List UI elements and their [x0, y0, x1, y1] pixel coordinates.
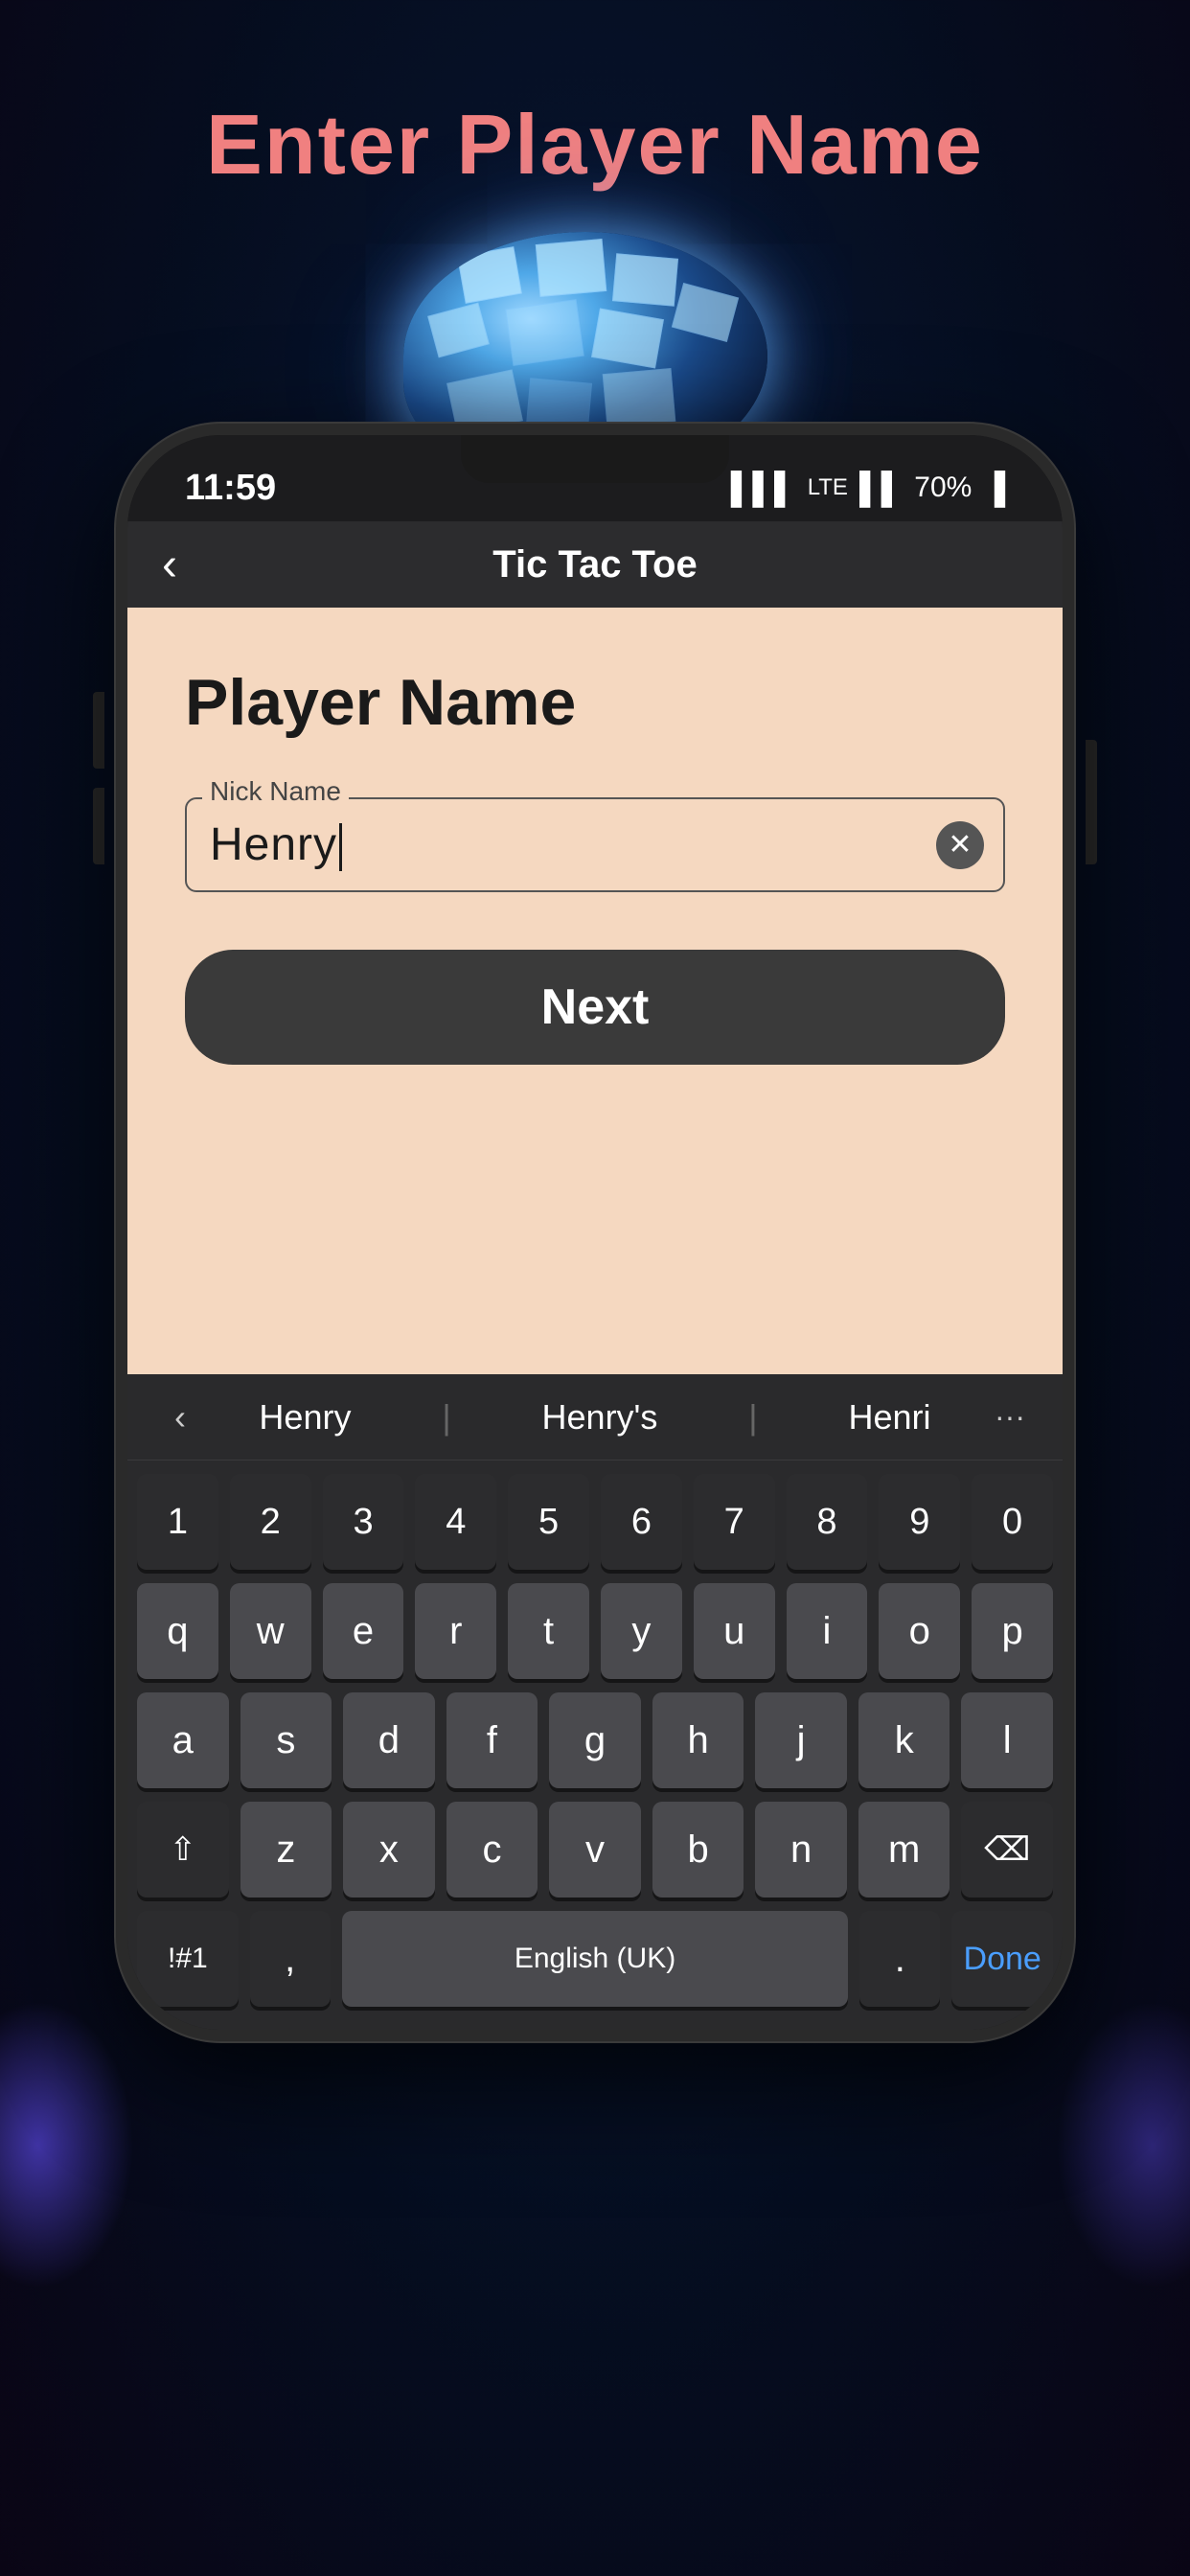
- key-j[interactable]: j: [755, 1692, 847, 1788]
- key-e[interactable]: e: [323, 1583, 404, 1679]
- autocomplete-word-1[interactable]: Henry: [259, 1397, 351, 1438]
- key-l[interactable]: l: [961, 1692, 1053, 1788]
- symbol-key[interactable]: !#1: [137, 1911, 239, 2007]
- key-x[interactable]: x: [343, 1802, 435, 1898]
- key-3[interactable]: 3: [323, 1474, 404, 1570]
- wifi-icon: ▌▌: [859, 471, 903, 506]
- key-7[interactable]: 7: [694, 1474, 775, 1570]
- key-1[interactable]: 1: [137, 1474, 218, 1570]
- keyboard-qwerty-row: q w e r t y u i o p: [137, 1583, 1053, 1679]
- period-key[interactable]: .: [859, 1911, 940, 2007]
- shift-key[interactable]: ⇧: [137, 1802, 229, 1898]
- comma-key[interactable]: ,: [250, 1911, 331, 2007]
- keyboard-zxcv-row: ⇧ z x c v b n m ⌫: [137, 1802, 1053, 1898]
- nickname-input-container[interactable]: Nick Name Henry ✕: [185, 797, 1005, 892]
- key-v[interactable]: v: [549, 1802, 641, 1898]
- space-key[interactable]: English (UK): [342, 1911, 849, 2007]
- key-m[interactable]: m: [858, 1802, 950, 1898]
- key-u[interactable]: u: [694, 1583, 775, 1679]
- lte-icon: LTE: [808, 474, 848, 501]
- key-p[interactable]: p: [972, 1583, 1053, 1679]
- key-s[interactable]: s: [240, 1692, 332, 1788]
- key-6[interactable]: 6: [601, 1474, 682, 1570]
- bg-glow-left: [0, 2001, 134, 2288]
- key-c[interactable]: c: [446, 1802, 538, 1898]
- keyboard-bottom-row: !#1 , English (UK) . Done: [137, 1911, 1053, 2007]
- page-title: Enter Player Name: [206, 96, 984, 194]
- key-h[interactable]: h: [652, 1692, 744, 1788]
- battery-level: 70%: [914, 472, 972, 504]
- key-b[interactable]: b: [652, 1802, 744, 1898]
- key-o[interactable]: o: [879, 1583, 960, 1679]
- key-d[interactable]: d: [343, 1692, 435, 1788]
- autocomplete-back-icon[interactable]: ‹: [147, 1389, 214, 1446]
- back-button[interactable]: ‹: [162, 539, 177, 591]
- status-icons: ▌▌▌ LTE ▌▌ 70% ▐: [731, 471, 1005, 506]
- key-2[interactable]: 2: [230, 1474, 311, 1570]
- key-0[interactable]: 0: [972, 1474, 1053, 1570]
- key-q[interactable]: q: [137, 1583, 218, 1679]
- key-5[interactable]: 5: [508, 1474, 589, 1570]
- volume-up-button[interactable]: [93, 692, 104, 769]
- autocomplete-more-icon[interactable]: ···: [976, 1389, 1043, 1446]
- nickname-input-value: Henry: [210, 819, 342, 870]
- keyboard-area: ‹ Henry | Henry's | Henri ··· 1 2 3 4: [127, 1374, 1063, 2030]
- autocomplete-bar: ‹ Henry | Henry's | Henri ···: [127, 1374, 1063, 1460]
- done-key[interactable]: Done: [951, 1911, 1053, 2007]
- autocomplete-word-2[interactable]: Henry's: [542, 1397, 658, 1438]
- backspace-key[interactable]: ⌫: [961, 1802, 1053, 1898]
- key-9[interactable]: 9: [879, 1474, 960, 1570]
- key-4[interactable]: 4: [415, 1474, 496, 1570]
- battery-icon: ▐: [983, 471, 1005, 506]
- signal-icon: ▌▌▌: [731, 471, 796, 506]
- key-z[interactable]: z: [240, 1802, 332, 1898]
- app-title: Tic Tac Toe: [492, 543, 697, 586]
- key-8[interactable]: 8: [787, 1474, 868, 1570]
- phone-frame: 11:59 ▌▌▌ LTE ▌▌ 70% ▐ ‹ Tic Tac Toe Pla…: [116, 424, 1074, 2041]
- key-k[interactable]: k: [858, 1692, 950, 1788]
- phone-container: 11:59 ▌▌▌ LTE ▌▌ 70% ▐ ‹ Tic Tac Toe Pla…: [116, 424, 1074, 2041]
- power-button[interactable]: [1086, 740, 1097, 864]
- key-t[interactable]: t: [508, 1583, 589, 1679]
- key-g[interactable]: g: [549, 1692, 641, 1788]
- status-time: 11:59: [185, 468, 276, 509]
- keyboard-asdf-row: a s d f g h j k l: [137, 1692, 1053, 1788]
- key-f[interactable]: f: [446, 1692, 538, 1788]
- autocomplete-word-3[interactable]: Henri: [849, 1397, 931, 1438]
- app-header: ‹ Tic Tac Toe: [127, 521, 1063, 608]
- key-r[interactable]: r: [415, 1583, 496, 1679]
- autocomplete-suggestions: Henry | Henry's | Henri: [214, 1397, 976, 1438]
- notch: [461, 435, 729, 483]
- next-button[interactable]: Next: [185, 950, 1005, 1065]
- content-area: Player Name Nick Name Henry ✕ Next: [127, 608, 1063, 1374]
- nickname-input-label: Nick Name: [202, 776, 349, 807]
- key-n[interactable]: n: [755, 1802, 847, 1898]
- player-name-heading: Player Name: [185, 665, 1005, 740]
- key-a[interactable]: a: [137, 1692, 229, 1788]
- next-button-label: Next: [541, 978, 650, 1036]
- keyboard: 1 2 3 4 5 6 7 8 9 0 q w e r t: [127, 1460, 1063, 2030]
- key-w[interactable]: w: [230, 1583, 311, 1679]
- bg-glow-right: [1056, 2001, 1190, 2288]
- keyboard-number-row: 1 2 3 4 5 6 7 8 9 0: [137, 1474, 1053, 1570]
- clear-input-button[interactable]: ✕: [936, 821, 984, 869]
- key-i[interactable]: i: [787, 1583, 868, 1679]
- volume-down-button[interactable]: [93, 788, 104, 864]
- key-y[interactable]: y: [601, 1583, 682, 1679]
